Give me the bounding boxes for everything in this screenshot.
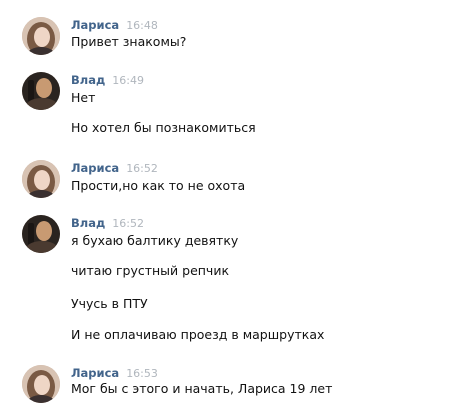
message-time: 16:53 bbox=[126, 367, 158, 380]
message-time: 16:48 bbox=[126, 19, 158, 32]
message-time: 16:49 bbox=[112, 74, 144, 87]
author-name[interactable]: Влад bbox=[71, 73, 105, 87]
girl-avatar-photo-icon[interactable] bbox=[22, 160, 60, 198]
message-text: Но хотел бы познакомиться bbox=[71, 120, 256, 135]
message-header: Лариса 16:53 bbox=[71, 365, 158, 381]
message-time: 16:52 bbox=[126, 162, 158, 175]
boy-avatar-photo-icon[interactable] bbox=[22, 72, 60, 110]
message-header: Влад 16:49 bbox=[71, 72, 144, 88]
chat-history: Лариса 16:48 Привет знакомы? Влад 16:49 Не… bbox=[0, 0, 464, 409]
girl-avatar-photo-icon[interactable] bbox=[22, 17, 60, 55]
message-text: Мог бы с этого и начать, Лариса 19 лет bbox=[71, 381, 333, 396]
boy-avatar-photo-icon[interactable] bbox=[22, 215, 60, 253]
girl-avatar-photo-icon[interactable] bbox=[22, 365, 60, 403]
author-name[interactable]: Влад bbox=[71, 216, 105, 230]
message-header: Лариса 16:52 bbox=[71, 160, 158, 176]
message-text: И не оплачиваю проезд в маршрутках bbox=[71, 327, 325, 342]
message-text: читаю грустный репчик bbox=[71, 263, 229, 278]
message-text: Учусь в ПТУ bbox=[71, 296, 148, 311]
author-name[interactable]: Лариса bbox=[71, 366, 119, 380]
message-header: Влад 16:52 bbox=[71, 215, 144, 231]
message-time: 16:52 bbox=[112, 217, 144, 230]
author-name[interactable]: Лариса bbox=[71, 161, 119, 175]
message-text: Привет знакомы? bbox=[71, 34, 187, 49]
author-name[interactable]: Лариса bbox=[71, 18, 119, 32]
message-text: Прости,но как то не охота bbox=[71, 178, 246, 193]
message-header: Лариса 16:48 bbox=[71, 17, 158, 33]
message-text: Нет bbox=[71, 90, 96, 105]
message-text: я бухаю балтику девятку bbox=[71, 233, 239, 248]
